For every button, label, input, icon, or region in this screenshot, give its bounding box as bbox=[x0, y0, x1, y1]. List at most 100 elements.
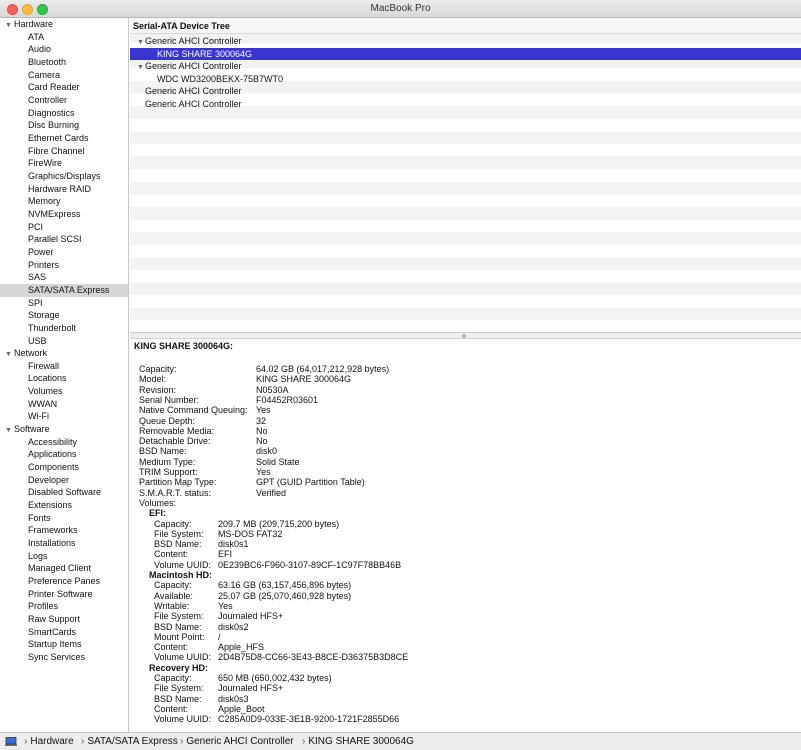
property-value: 2D4B75D8-CC66-3E43-B8CE-D36375B3D8CE bbox=[218, 652, 409, 663]
sidebar-item-diagnostics[interactable]: Diagnostics bbox=[0, 107, 128, 120]
sidebar-item-profiles[interactable]: Profiles bbox=[0, 600, 128, 613]
device-tree-pane[interactable]: Serial-ATA Device Tree ▼Generic AHCI Con… bbox=[130, 18, 801, 332]
property-key: Capacity: bbox=[154, 673, 192, 683]
sidebar[interactable]: ▼ Hardware ATA Audio Bluetooth Camera Card Rea… bbox=[0, 18, 129, 732]
sidebar-item-memory[interactable]: Memory bbox=[0, 195, 128, 208]
property-key: S.M.A.R.T. status: bbox=[139, 487, 212, 498]
sidebar-item-accessibility[interactable]: Accessibility bbox=[0, 436, 128, 449]
sidebar-item-managed-client[interactable]: Managed Client bbox=[0, 562, 128, 575]
sidebar-section-label: Network bbox=[14, 348, 48, 359]
sidebar-item-wwan[interactable]: WWAN bbox=[0, 398, 128, 411]
sidebar-item-storage[interactable]: Storage bbox=[0, 309, 128, 322]
tree-row[interactable]: Generic AHCI Controller bbox=[130, 98, 801, 111]
sidebar-item-smartcards[interactable]: SmartCards bbox=[0, 626, 128, 639]
chevron-right-icon: › bbox=[24, 736, 28, 747]
volume-name: EFI: bbox=[149, 508, 166, 519]
property-value: disk0 bbox=[256, 446, 278, 457]
sidebar-item-ethernet-cards[interactable]: Ethernet Cards bbox=[0, 132, 128, 145]
breadcrumb-label: Hardware bbox=[30, 736, 74, 747]
sidebar-item-extensions[interactable]: Extensions bbox=[0, 499, 128, 512]
property-key: TRIM Support: bbox=[139, 467, 198, 477]
tree-row[interactable]: Generic AHCI Controller bbox=[130, 85, 801, 98]
sidebar-item-preference-panes[interactable]: Preference Panes bbox=[0, 575, 128, 588]
sidebar-section-software[interactable]: ▼ Software bbox=[0, 423, 128, 436]
sidebar-item-raw-support[interactable]: Raw Support bbox=[0, 613, 128, 626]
property-key: Queue Depth: bbox=[139, 415, 196, 426]
sidebar-section-network[interactable]: ▼ Network bbox=[0, 347, 128, 360]
sidebar-item-locations[interactable]: Locations bbox=[0, 372, 128, 385]
tree-row[interactable]: ▼Generic AHCI Controller bbox=[130, 35, 801, 48]
tree-row[interactable]: ▼Generic AHCI Controller bbox=[130, 60, 801, 73]
sidebar-item-logs[interactable]: Logs bbox=[0, 550, 128, 563]
sidebar-item-sas[interactable]: SAS bbox=[0, 271, 128, 284]
sidebar-item-controller[interactable]: Controller bbox=[0, 94, 128, 107]
sidebar-item-sata-sata-express[interactable]: SATA/SATA Express bbox=[0, 283, 128, 297]
title-bar: MacBook Pro bbox=[0, 0, 801, 18]
sidebar-item-nvmexpress[interactable]: NVMExpress bbox=[0, 208, 128, 221]
sidebar-item-audio[interactable]: Audio bbox=[0, 43, 128, 56]
sidebar-item-parallel-scsi[interactable]: Parallel SCSI bbox=[0, 233, 128, 246]
tree-row[interactable]: KING SHARE 300064G bbox=[130, 47, 801, 61]
sidebar-item-ata[interactable]: ATA bbox=[0, 31, 128, 44]
breadcrumb-item-sata-sata-express[interactable]: › SATA/SATA Express bbox=[81, 733, 178, 750]
property-value: disk0s1 bbox=[218, 539, 249, 550]
sidebar-item-installations[interactable]: Installations bbox=[0, 537, 128, 550]
property-key: File System: bbox=[154, 683, 204, 694]
sidebar-item-hardware-raid[interactable]: Hardware RAID bbox=[0, 183, 128, 196]
detail-pane: KING SHARE 300064G: Capacity: 64.02 GB (6… bbox=[130, 339, 801, 732]
sidebar-item-sync-services[interactable]: Sync Services bbox=[0, 651, 128, 664]
tree-row[interactable]: WDC WD3200BEKX-75B7WT0 bbox=[130, 73, 801, 86]
sidebar-item-pci[interactable]: PCI bbox=[0, 221, 128, 234]
chevron-right-icon: › bbox=[302, 736, 306, 747]
sidebar-item-wi-fi[interactable]: Wi-Fi bbox=[0, 410, 128, 423]
sidebar-item-usb[interactable]: USB bbox=[0, 335, 128, 348]
property-value: No bbox=[256, 425, 268, 436]
sidebar-item-startup-items[interactable]: Startup Items bbox=[0, 638, 128, 651]
property-value: No bbox=[256, 436, 268, 447]
property-value: N0530A bbox=[256, 384, 289, 395]
sidebar-item-spi[interactable]: SPI bbox=[0, 297, 128, 310]
sidebar-item-thunderbolt[interactable]: Thunderbolt bbox=[0, 322, 128, 335]
sidebar-item-applications[interactable]: Applications bbox=[0, 448, 128, 461]
sidebar-item-fibre-channel[interactable]: Fibre Channel bbox=[0, 145, 128, 158]
window-title: MacBook Pro bbox=[370, 3, 431, 14]
breadcrumb-item-king-share-300064g[interactable]: › KING SHARE 300064G bbox=[302, 733, 414, 750]
property-value: 0E239BC6-F960-3107-89CF-1C97F78BB46B bbox=[218, 559, 402, 570]
property-value: Yes bbox=[256, 467, 271, 477]
device-tree-header[interactable]: Serial-ATA Device Tree bbox=[130, 18, 801, 34]
sidebar-item-disabled-software[interactable]: Disabled Software bbox=[0, 486, 128, 499]
property-value: Apple_HFS bbox=[218, 642, 265, 653]
property-value: Apple_Boot bbox=[218, 703, 265, 714]
sidebar-item-fonts[interactable]: Fonts bbox=[0, 512, 128, 525]
breadcrumb-item-generic-ahci-controller[interactable]: › Generic AHCI Controller bbox=[180, 733, 294, 750]
sidebar-item-power[interactable]: Power bbox=[0, 246, 128, 259]
pane-splitter[interactable] bbox=[130, 332, 801, 339]
property-value: Verified bbox=[256, 487, 287, 498]
sidebar-item-printers[interactable]: Printers bbox=[0, 259, 128, 272]
sidebar-item-developer[interactable]: Developer bbox=[0, 474, 128, 487]
sidebar-item-firewire[interactable]: FireWire bbox=[0, 157, 128, 170]
property-key: Volume UUID: bbox=[154, 559, 212, 570]
breadcrumb-item-hardware[interactable]: › Hardware bbox=[24, 733, 74, 750]
sidebar-item-bluetooth[interactable]: Bluetooth bbox=[0, 56, 128, 69]
property-value: 32 bbox=[256, 415, 267, 426]
sidebar-item-disc-burning[interactable]: Disc Burning bbox=[0, 119, 128, 132]
splitter-handle[interactable] bbox=[462, 334, 466, 338]
property-key: Partition Map Type: bbox=[139, 477, 217, 488]
sidebar-item-volumes[interactable]: Volumes bbox=[0, 385, 128, 398]
sidebar-section-hardware[interactable]: ▼ Hardware bbox=[0, 18, 128, 31]
property-key: File System: bbox=[154, 611, 204, 622]
sidebar-item-camera[interactable]: Camera bbox=[0, 69, 128, 82]
sidebar-section-label: Software bbox=[14, 424, 50, 435]
property-key: Available: bbox=[154, 590, 193, 601]
sidebar-item-printer-software[interactable]: Printer Software bbox=[0, 588, 128, 601]
sidebar-item-firewall[interactable]: Firewall bbox=[0, 360, 128, 373]
property-key: Model: bbox=[139, 374, 167, 385]
breadcrumb-label: Generic AHCI Controller bbox=[186, 736, 294, 747]
sidebar-item-frameworks[interactable]: Frameworks bbox=[0, 524, 128, 537]
property-value: 650 MB (650,002,432 bytes) bbox=[218, 673, 332, 683]
property-key: Content: bbox=[154, 642, 189, 653]
sidebar-item-graphics-displays[interactable]: Graphics/Displays bbox=[0, 170, 128, 183]
sidebar-item-components[interactable]: Components bbox=[0, 461, 128, 474]
sidebar-item-card-reader[interactable]: Card Reader bbox=[0, 81, 128, 94]
